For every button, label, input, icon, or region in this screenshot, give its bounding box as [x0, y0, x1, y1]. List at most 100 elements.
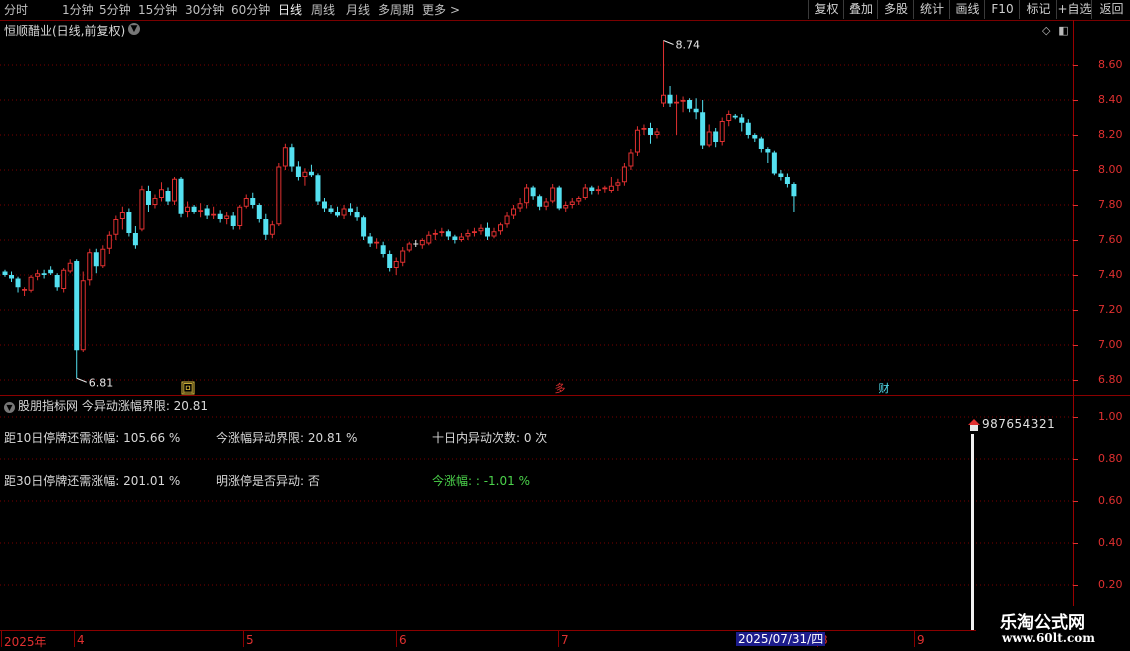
candle-body: [224, 215, 230, 219]
candle-body: [543, 201, 549, 207]
candle-body: [256, 205, 262, 219]
dist-30day-suspend: 距30日停牌还需涨幅: 201.01 %: [4, 474, 181, 488]
candle-body: [530, 187, 536, 197]
candle-body: [263, 219, 269, 235]
candle-body: [771, 152, 777, 174]
candle-body: [719, 121, 725, 142]
candle-body: [250, 198, 256, 205]
candle-body: [321, 201, 327, 209]
candle-body: [93, 252, 99, 267]
candle-body: [172, 178, 178, 202]
candle-body: [589, 187, 595, 191]
candle-body: [348, 208, 354, 212]
candle-body: [158, 189, 164, 198]
y-tick-mark: [1073, 65, 1078, 66]
y-tick-mark: [1073, 417, 1078, 418]
candle-body: [132, 233, 138, 246]
candle-body: [680, 100, 686, 102]
candle-body: [230, 215, 236, 226]
candle-body: [354, 212, 360, 218]
candle-body: [765, 149, 771, 153]
price-axis-label: 7.80: [1098, 198, 1123, 211]
candle-body: [41, 273, 47, 275]
y-tick-mark: [1073, 135, 1078, 136]
candle-body: [661, 94, 667, 104]
date-tick: [914, 631, 915, 647]
chevron-down-icon[interactable]: ▼: [4, 402, 15, 413]
date-tick: [74, 631, 75, 647]
candle-body: [2, 271, 8, 275]
indicator-axis-label: 0.60: [1098, 494, 1123, 507]
candle-body: [484, 227, 490, 237]
event-marker: 回: [183, 382, 194, 395]
candle-body: [413, 243, 419, 245]
candle-body: [126, 212, 132, 233]
y-tick-mark: [1073, 275, 1078, 276]
candle-body: [237, 206, 243, 226]
candle-body: [328, 208, 334, 212]
candle-body: [54, 275, 60, 288]
candle-body: [432, 233, 438, 235]
candle-body: [471, 231, 477, 233]
candle-body: [758, 138, 764, 149]
candle-body: [315, 175, 321, 202]
candle-body: [28, 276, 34, 291]
date-axis-label: 2025年: [4, 635, 47, 649]
high-pointer: [663, 40, 674, 45]
price-axis-label: 8.20: [1098, 128, 1123, 141]
indicator-title: 股朋指标网 今异动涨幅界限: 20.81: [18, 399, 209, 413]
candle-body: [400, 250, 406, 263]
price-axis-label: 7.00: [1098, 338, 1123, 351]
candle-body: [211, 213, 217, 216]
price-axis-label: 6.80: [1098, 373, 1123, 386]
date-axis-label: 6: [399, 633, 407, 647]
candle-body: [687, 100, 693, 109]
y-tick-mark: [1073, 543, 1078, 544]
candle-body: [791, 184, 797, 197]
candle-body: [308, 171, 314, 176]
indicator-axis-label: 1.00: [1098, 410, 1123, 423]
candle-body: [739, 117, 745, 123]
cursor-date: 2025/07/31/四: [736, 632, 826, 646]
indicator-axis-label: 0.80: [1098, 452, 1123, 465]
date-tick: [396, 631, 397, 647]
y-tick-mark: [1073, 170, 1078, 171]
candle-body: [204, 208, 210, 216]
candle-body: [700, 112, 706, 146]
candle-body: [498, 224, 504, 232]
candle-body: [745, 122, 751, 135]
y-tick-mark: [1073, 240, 1078, 241]
y-tick-mark: [1073, 380, 1078, 381]
candle-body: [713, 131, 719, 142]
date-tick: [1, 631, 2, 647]
candle-body: [563, 205, 569, 209]
candle-body: [726, 114, 732, 121]
date-axis[interactable]: 2025年456789: [0, 630, 1130, 651]
candle-body: [152, 198, 158, 205]
candle-body: [87, 252, 93, 281]
candle-body: [367, 236, 373, 244]
candle-body: [491, 231, 497, 237]
candle-body: [61, 269, 67, 289]
date-axis-label: 7: [561, 633, 569, 647]
candle-body: [335, 212, 341, 216]
candle-body: [302, 171, 308, 177]
price-axis-label: 8.40: [1098, 93, 1123, 106]
candle-body: [706, 131, 712, 146]
tomorrow-limit-abnormal: 明涨停是否异动: 否: [216, 474, 320, 488]
candle-body: [615, 182, 621, 186]
candle-body: [48, 269, 54, 274]
house-icon: [968, 419, 980, 431]
candle-body: [198, 210, 204, 212]
candle-body: [602, 187, 608, 190]
candle-body: [537, 196, 543, 207]
date-axis-label: 5: [246, 633, 254, 647]
candle-body: [569, 201, 575, 205]
candle-body: [191, 206, 197, 212]
signal-bar: [971, 434, 974, 630]
price-axis-label: 8.00: [1098, 163, 1123, 176]
candle-body: [693, 108, 699, 113]
candle-body: [445, 231, 451, 237]
candle-body: [576, 198, 582, 202]
candle-body: [419, 240, 425, 246]
